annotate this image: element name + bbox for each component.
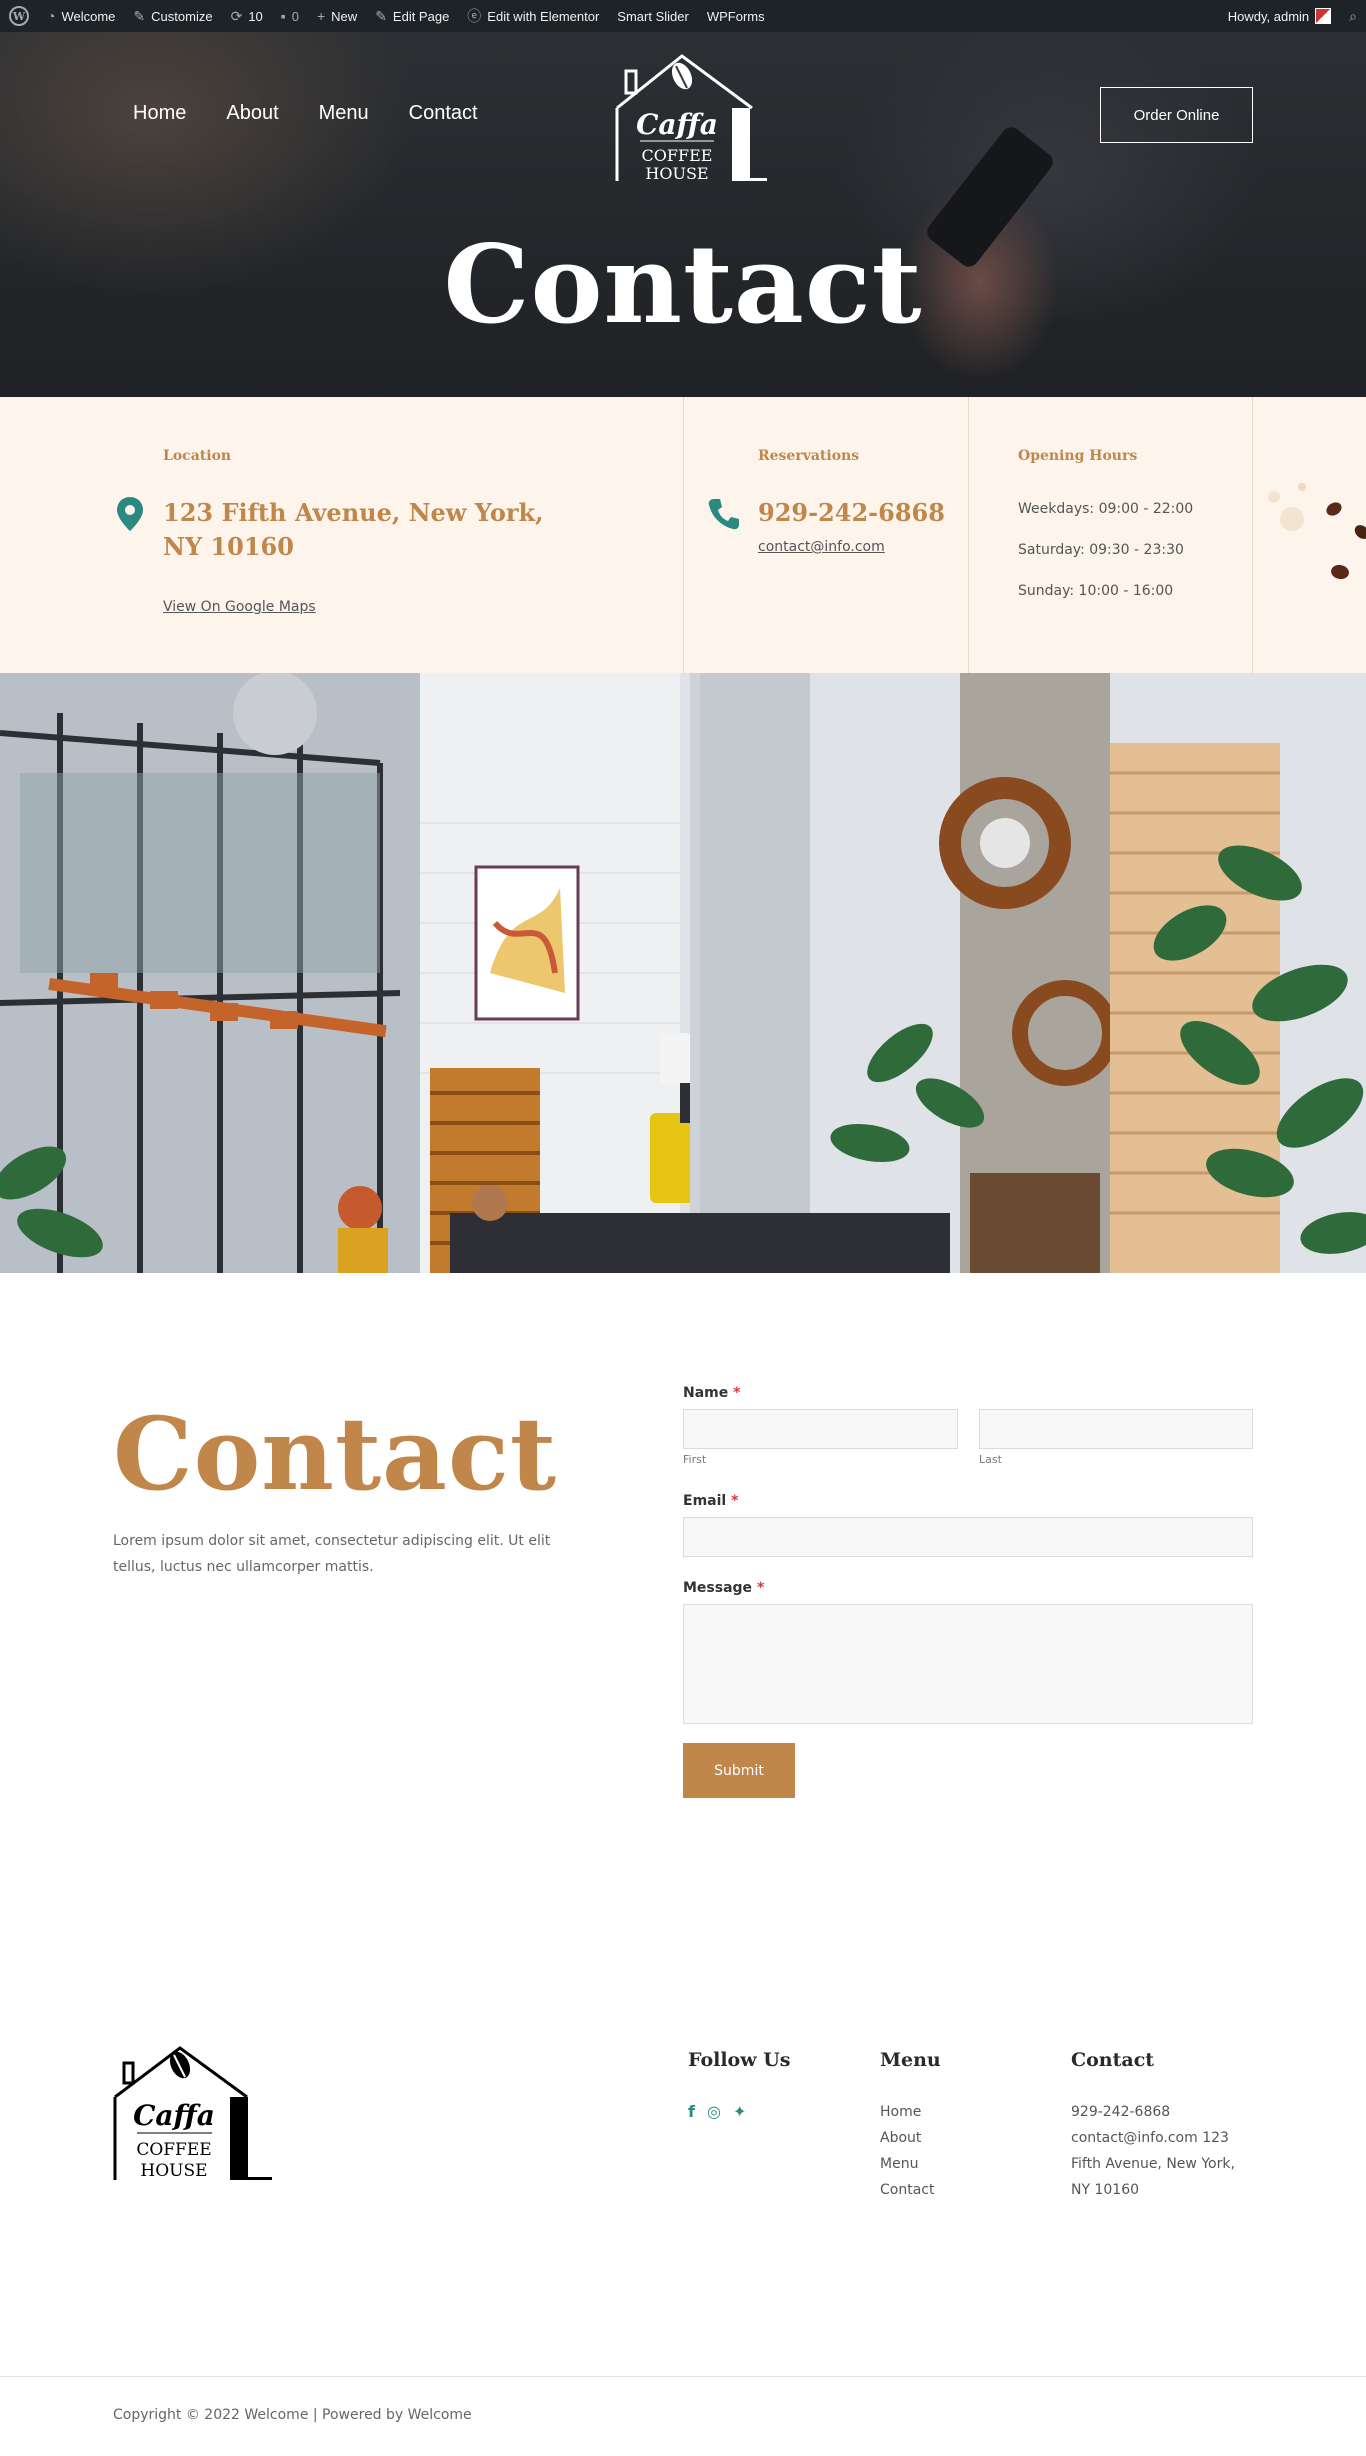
phone-number[interactable]: 929-242-6868 xyxy=(758,496,945,530)
email-field[interactable] xyxy=(683,1517,1253,1557)
edit-elementor-menu[interactable]: ⓔ Edit with Elementor xyxy=(458,0,608,32)
customize-menu[interactable]: ✎ Customize xyxy=(124,0,221,32)
footer-phone: 929-242-6868 xyxy=(1071,2104,1171,2120)
first-name-group: First xyxy=(683,1409,958,1466)
reservations-block: Reservations 929-242-6868 contact@info.c… xyxy=(683,397,968,673)
social-links: f ◎ ✦ xyxy=(688,2102,746,2121)
plus-icon: + xyxy=(316,8,326,24)
last-name-sublabel: Last xyxy=(979,1453,1002,1466)
wordpress-icon: W xyxy=(9,6,29,26)
brush-icon: ✎ xyxy=(133,7,146,24)
svg-text:Caffa: Caffa xyxy=(636,108,718,141)
contact-heading: Contact xyxy=(113,1395,558,1513)
cafe-interior-image xyxy=(0,673,1366,1273)
footer-contact-title: Contact xyxy=(1071,2049,1155,2071)
name-label: Name * xyxy=(683,1385,741,1401)
refresh-icon: ⟳ xyxy=(230,7,243,24)
comment-icon: ▪ xyxy=(280,8,286,24)
footer-follow-title: Follow Us xyxy=(688,2049,791,2071)
comments-menu[interactable]: ▪ 0 xyxy=(272,0,308,32)
address: 123 Fifth Avenue, New York, NY 10160 xyxy=(163,498,544,561)
svg-text:HOUSE: HOUSE xyxy=(140,2161,207,2181)
main-navigation: Home About Menu Contact xyxy=(133,102,478,125)
weekday-hours: Weekdays: 09:00 - 22:00 xyxy=(1018,501,1194,517)
last-name-group: Last xyxy=(979,1409,1253,1466)
reservations-label: Reservations xyxy=(758,448,860,464)
elementor-icon: ⓔ xyxy=(467,8,482,24)
coffee-beans-decoration xyxy=(1268,483,1366,580)
pencil-icon: ✎ xyxy=(375,7,387,24)
footer-link-about[interactable]: About xyxy=(880,2125,934,2151)
location-label: Location xyxy=(163,448,232,464)
order-online-button[interactable]: Order Online xyxy=(1100,87,1253,143)
dashboard-icon: ◔ xyxy=(47,8,56,24)
map-pin-icon xyxy=(117,497,143,531)
instagram-icon[interactable]: ◎ xyxy=(707,2102,721,2121)
opening-hours-block: Opening Hours Weekdays: 09:00 - 22:00 Sa… xyxy=(968,397,1252,673)
footer-link-menu[interactable]: Menu xyxy=(880,2151,934,2177)
submit-button[interactable]: Submit xyxy=(683,1743,795,1798)
email-link[interactable]: contact@info.com xyxy=(758,539,885,555)
nav-menu[interactable]: Menu xyxy=(319,102,369,125)
wpforms-menu[interactable]: WPForms xyxy=(698,0,774,32)
footer-email-address: contact@info.com 123 xyxy=(1071,2130,1229,2146)
nav-home[interactable]: Home xyxy=(133,102,186,125)
footer-logo[interactable]: Caffa COFFEE HOUSE xyxy=(112,2045,272,2185)
footer-address-line: Fifth Avenue, New York, xyxy=(1071,2156,1235,2172)
hero-banner: Home About Menu Contact Caffa COFFEE HOU… xyxy=(0,32,1366,397)
footer-contact-details: 929-242-6868 contact@info.com 123 Fifth … xyxy=(1071,2099,1235,2203)
twitter-icon[interactable]: ✦ xyxy=(733,2102,746,2121)
footer-address-line: NY 10160 xyxy=(1071,2182,1140,2198)
contact-description: Lorem ipsum dolor sit amet, consectetur … xyxy=(113,1533,551,1575)
admin-bar: W ◔ Welcome ✎ Customize ⟳ 10 ▪ 0 + New ✎ Edit … xyxy=(0,0,1366,32)
google-maps-link[interactable]: View On Google Maps xyxy=(163,599,316,615)
sunday-hours: Sunday: 10:00 - 16:00 xyxy=(1018,583,1174,599)
saturday-hours: Saturday: 09:30 - 23:30 xyxy=(1018,542,1184,558)
footer-menu: Home About Menu Contact xyxy=(880,2099,934,2203)
search-icon: ⌕ xyxy=(1349,7,1357,24)
divider xyxy=(1252,397,1253,673)
footer-link-home[interactable]: Home xyxy=(880,2099,934,2125)
house-logo-icon: Caffa COFFEE HOUSE xyxy=(113,2046,272,2181)
svg-text:Caffa: Caffa xyxy=(133,2099,215,2132)
first-name-field[interactable] xyxy=(683,1409,958,1449)
page-title: Contact xyxy=(443,222,923,348)
edit-page-menu[interactable]: ✎ Edit Page xyxy=(366,0,458,32)
first-name-sublabel: First xyxy=(683,1453,707,1466)
admin-search-button[interactable]: ⌕ xyxy=(1340,0,1366,32)
message-label: Message * xyxy=(683,1580,765,1596)
house-logo-icon: Caffa COFFEE HOUSE xyxy=(615,54,767,183)
updates-menu[interactable]: ⟳ 10 xyxy=(222,0,272,32)
svg-text:COFFEE: COFFEE xyxy=(642,146,713,165)
nav-contact[interactable]: Contact xyxy=(409,102,478,125)
avatar xyxy=(1315,8,1332,24)
copyright-text: Copyright © 2022 Welcome | Powered by We… xyxy=(113,2407,472,2423)
smart-slider-menu[interactable]: Smart Slider xyxy=(608,0,698,32)
footer-divider xyxy=(0,2376,1366,2377)
facebook-icon[interactable]: f xyxy=(688,2102,695,2121)
footer-menu-title: Menu xyxy=(880,2049,941,2071)
svg-text:COFFEE: COFFEE xyxy=(136,2140,211,2160)
opening-hours-label: Opening Hours xyxy=(1018,448,1138,464)
site-name-menu[interactable]: ◔ Welcome xyxy=(38,0,124,32)
email-label: Email * xyxy=(683,1493,739,1509)
message-textarea[interactable] xyxy=(683,1604,1253,1724)
my-account-menu[interactable]: Howdy, admin xyxy=(1219,0,1340,32)
contact-info-band: Location 123 Fifth Avenue, New York, NY … xyxy=(0,397,1366,673)
phone-icon xyxy=(708,499,739,530)
last-name-field[interactable] xyxy=(979,1409,1253,1449)
location-block: Location 123 Fifth Avenue, New York, NY … xyxy=(0,397,683,673)
site-logo[interactable]: Caffa COFFEE HOUSE xyxy=(612,46,772,186)
footer-link-contact[interactable]: Contact xyxy=(880,2177,934,2203)
svg-text:HOUSE: HOUSE xyxy=(645,164,708,183)
wordpress-logo-menu[interactable]: W xyxy=(0,0,38,32)
cafe-interior-illustration xyxy=(0,673,1366,1273)
new-content-menu[interactable]: + New xyxy=(308,0,366,32)
nav-about[interactable]: About xyxy=(226,102,278,125)
